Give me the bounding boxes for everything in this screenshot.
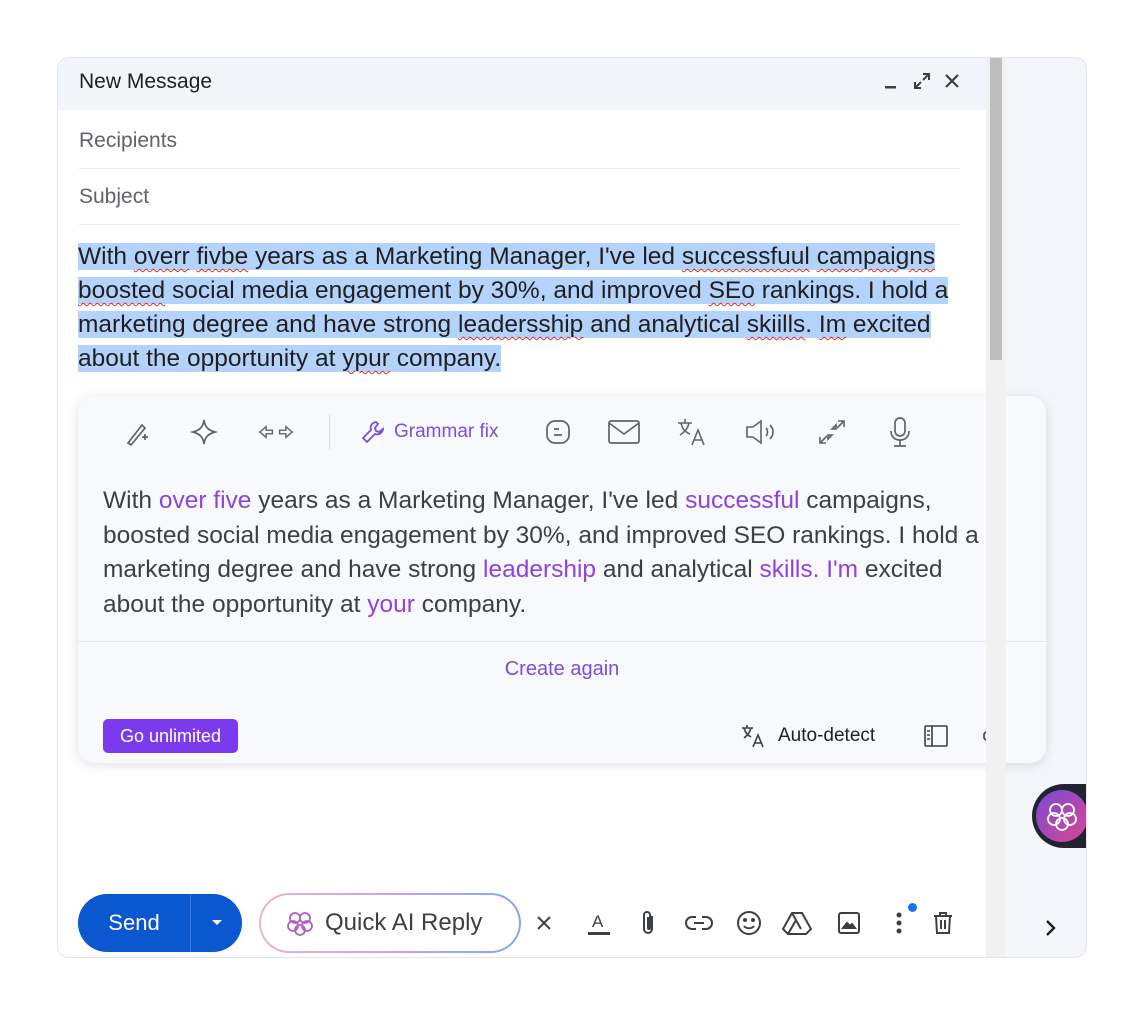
expand-icon <box>914 73 930 89</box>
misspelled-word: Im <box>818 311 847 338</box>
grammar-fix-label: Grammar fix <box>394 421 499 442</box>
corrected-word: leadership <box>483 556 597 583</box>
misspelled-word: skiills <box>746 311 806 338</box>
quick-ai-reply-label: Quick AI Reply <box>325 909 483 936</box>
misspelled-word: SEo <box>708 277 755 304</box>
body-text-segment: and analytical <box>583 311 747 338</box>
microphone-icon[interactable] <box>882 414 918 450</box>
caret-down-icon <box>211 920 222 925</box>
corrected-word: your <box>367 590 415 618</box>
output-text-segment: With <box>103 487 159 514</box>
compose-header: New Message <box>58 58 986 110</box>
discard-button[interactable] <box>926 904 960 942</box>
sidebar-panel-button[interactable] <box>918 718 954 754</box>
expand-button[interactable] <box>909 66 935 96</box>
output-text-segment: company. <box>414 590 527 618</box>
speaker-icon[interactable] <box>744 414 780 450</box>
more-vertical-icon <box>896 912 902 934</box>
compose-window: New Message Recipients Subject With over… <box>58 58 1046 957</box>
svg-text:A: A <box>592 912 604 931</box>
misspelled-word: overr <box>133 243 190 270</box>
toolbar-divider <box>329 414 330 450</box>
subject-field[interactable]: Subject <box>79 170 960 225</box>
body-text-segment: With <box>78 243 134 270</box>
body-text-segment: years as a Marketing Manager, I've led <box>248 243 682 270</box>
body-text-segment: company. <box>389 345 502 372</box>
send-button-group: Send <box>78 894 242 952</box>
magic-wand-icon[interactable] <box>120 414 156 450</box>
misspelled-word: successfuul <box>681 243 810 270</box>
insert-link-button[interactable] <box>682 904 716 942</box>
translate-icon <box>742 725 764 748</box>
emoji-icon <box>737 911 761 935</box>
chevron-right-icon <box>1046 920 1056 936</box>
drive-button[interactable] <box>780 904 814 942</box>
ai-toolbar: Grammar fix <box>78 396 1046 468</box>
link-icon <box>685 916 713 930</box>
arrows-shrink-icon[interactable] <box>814 414 850 450</box>
misspelled-word: ypur <box>342 345 390 372</box>
message-body[interactable]: With overr fivbe years as a Marketing Ma… <box>78 240 968 376</box>
sparkle-icon[interactable] <box>186 414 222 450</box>
image-icon <box>838 912 860 934</box>
subject-placeholder: Subject <box>79 185 150 208</box>
quick-ai-reply-button[interactable]: Quick AI Reply <box>259 893 521 953</box>
close-quick-reply-button[interactable] <box>527 904 561 942</box>
misspelled-word: boosted <box>78 277 166 304</box>
scrollbar-thumb[interactable] <box>990 58 1002 360</box>
create-again-button[interactable]: Create again <box>78 658 1046 681</box>
close-button[interactable] <box>939 66 965 96</box>
close-icon <box>945 74 959 88</box>
misspelled-word: campaigns <box>816 243 936 270</box>
body-text-segment: social media engagement by 30%, and impr… <box>165 277 709 304</box>
auto-detect-label: Auto-detect <box>778 725 876 746</box>
send-options-button[interactable] <box>190 894 242 952</box>
grammar-fix-button[interactable]: Grammar fix <box>360 412 499 452</box>
formatting-button[interactable]: A <box>582 904 616 942</box>
body-text-segment <box>810 243 817 270</box>
go-unlimited-button[interactable]: Go unlimited <box>103 719 238 753</box>
sidebar-panel-icon <box>924 725 948 747</box>
output-text-segment: and analytical <box>596 556 760 583</box>
attach-button[interactable] <box>632 904 666 942</box>
panel-divider <box>78 641 1046 642</box>
corrected-word: over five <box>158 487 252 514</box>
brain-icon <box>1036 790 1086 842</box>
ai-assistant-panel: Grammar fix With over five years as a Ma… <box>78 396 1046 763</box>
text-format-icon: A <box>588 912 610 935</box>
app-frame: New Message Recipients Subject With over… <box>57 57 1087 958</box>
misspelled-word: leadersship <box>458 311 584 338</box>
minimize-icon <box>885 86 896 89</box>
expand-side-panel-button[interactable] <box>1038 913 1062 943</box>
translate-icon[interactable] <box>674 414 710 450</box>
mail-icon[interactable] <box>606 414 642 450</box>
brain-icon <box>287 912 313 936</box>
auto-detect-selector[interactable]: Auto-detect <box>740 719 875 753</box>
trash-icon <box>934 912 952 934</box>
ai-output-text: With over five years as a Marketing Mana… <box>103 484 983 622</box>
minimize-button[interactable] <box>878 66 904 96</box>
insert-photo-button[interactable] <box>832 904 866 942</box>
emoji-button[interactable] <box>732 904 766 942</box>
compose-title: New Message <box>79 70 213 93</box>
drive-icon <box>782 912 812 935</box>
selected-text: With overr fivbe years as a Marketing Ma… <box>78 243 949 372</box>
notification-dot <box>908 903 917 912</box>
paperclip-icon <box>643 911 653 934</box>
arrows-left-right-icon[interactable] <box>258 414 294 450</box>
output-text-segment: years as a Marketing Manager, I've led <box>251 487 686 514</box>
wrench-icon <box>361 421 385 444</box>
ai-assistant-launcher[interactable] <box>1032 784 1086 848</box>
close-icon <box>537 916 551 930</box>
corrected-word: successful <box>685 487 800 514</box>
recipients-field[interactable]: Recipients <box>79 114 960 169</box>
blog-icon[interactable] <box>540 414 576 450</box>
corrected-word: skills. I'm <box>759 556 859 583</box>
send-button[interactable]: Send <box>78 894 190 952</box>
body-text-segment: . <box>805 311 819 338</box>
misspelled-word: fivbe <box>196 243 249 270</box>
recipients-placeholder: Recipients <box>79 129 178 152</box>
